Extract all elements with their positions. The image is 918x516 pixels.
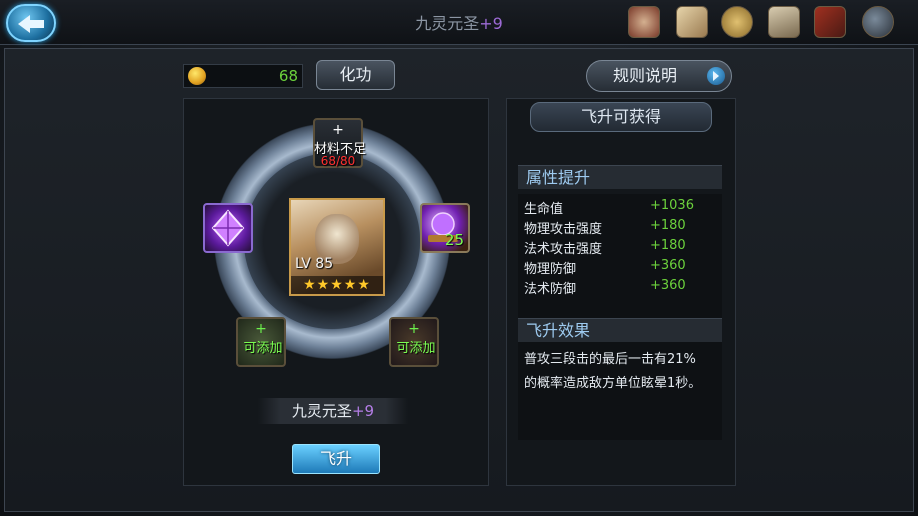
add-slot-right[interactable]: + 可添加 [389,317,439,367]
attribute-header: 属性提升 [518,165,722,189]
effect-line: 普攻三段击的最后一击有21% [524,352,696,367]
purple-crystal-icon [211,209,245,247]
magnifier-icon[interactable] [862,6,894,38]
title-plus: +9 [479,14,503,33]
stat-label: 法术防御 [524,282,577,297]
slot-add-label: 可添加 [396,341,436,356]
reward-title: 飞升可获得 [530,102,712,132]
stat-label: 物理防御 [524,262,577,277]
slot-plus: + [408,321,420,337]
star-rating: ★★★★★ [291,276,383,294]
title-text: 九灵元圣 [415,14,480,33]
effect-text: 普攻三段击的最后一击有21% 的概率造成敌方单位眩晕1秒。 [524,348,718,396]
stat-value: +180 [650,218,686,233]
effect-description: 普攻三段击的最后一击有21% 的概率造成敌方单位眩晕1秒。 [518,342,722,440]
hero-portrait[interactable]: LV 85 ★★★★★ [289,198,385,296]
purple-crystal-slot[interactable] [203,203,253,253]
material-slot-top[interactable]: + 材料不足 68/80 [313,118,366,168]
effect-line: 的概率造成敌方单位眩晕1秒。 [524,376,702,391]
stat-value: +180 [650,238,686,253]
coin-medal-icon[interactable] [721,6,753,38]
ascend-button[interactable]: 飞升 [292,444,380,474]
add-slot-left[interactable]: + 可添加 [236,317,286,367]
rules-button[interactable]: 规则说明 [586,60,732,92]
effect-header: 飞升效果 [518,318,722,342]
hero-name-plus: +9 [351,402,375,420]
parchment-icon[interactable] [676,6,708,38]
slot-plus: + [255,321,267,337]
hero-nameplate: 九灵元圣+9 [258,398,408,424]
stat-label: 物理攻击强度 [524,222,603,237]
slot-add-label: 可添加 [243,341,283,356]
stat-list: 生命值 +1036 物理攻击强度 +180 法术攻击强度 +180 物理防御 +… [518,194,722,322]
slot-plus: + [332,122,344,138]
stat-value: +360 [650,278,686,293]
hero-name: 九灵元圣 [291,402,352,420]
currency-value: 68 [278,67,298,85]
notice-scroll-icon[interactable] [768,6,800,38]
stat-label: 法术攻击强度 [524,242,603,257]
book-icon[interactable] [814,6,846,38]
hero-level: LV 85 [295,256,334,272]
map-scroll-icon[interactable] [628,6,660,38]
huagong-button[interactable]: 化功 [316,60,395,90]
coin-icon [188,67,206,85]
stat-value: +360 [650,258,686,273]
slot-count: 68/80 [320,154,356,168]
stat-label: 生命值 [524,202,564,217]
currency-display: 68 [183,64,303,88]
stat-value: +1036 [650,198,694,213]
spirit-orb-slot[interactable]: 25 [420,203,470,253]
chevron-right-icon [707,67,725,85]
orb-count: 25 [444,231,464,249]
top-bar: 九灵元圣+9 [0,0,918,45]
rules-label: 规则说明 [613,66,678,85]
